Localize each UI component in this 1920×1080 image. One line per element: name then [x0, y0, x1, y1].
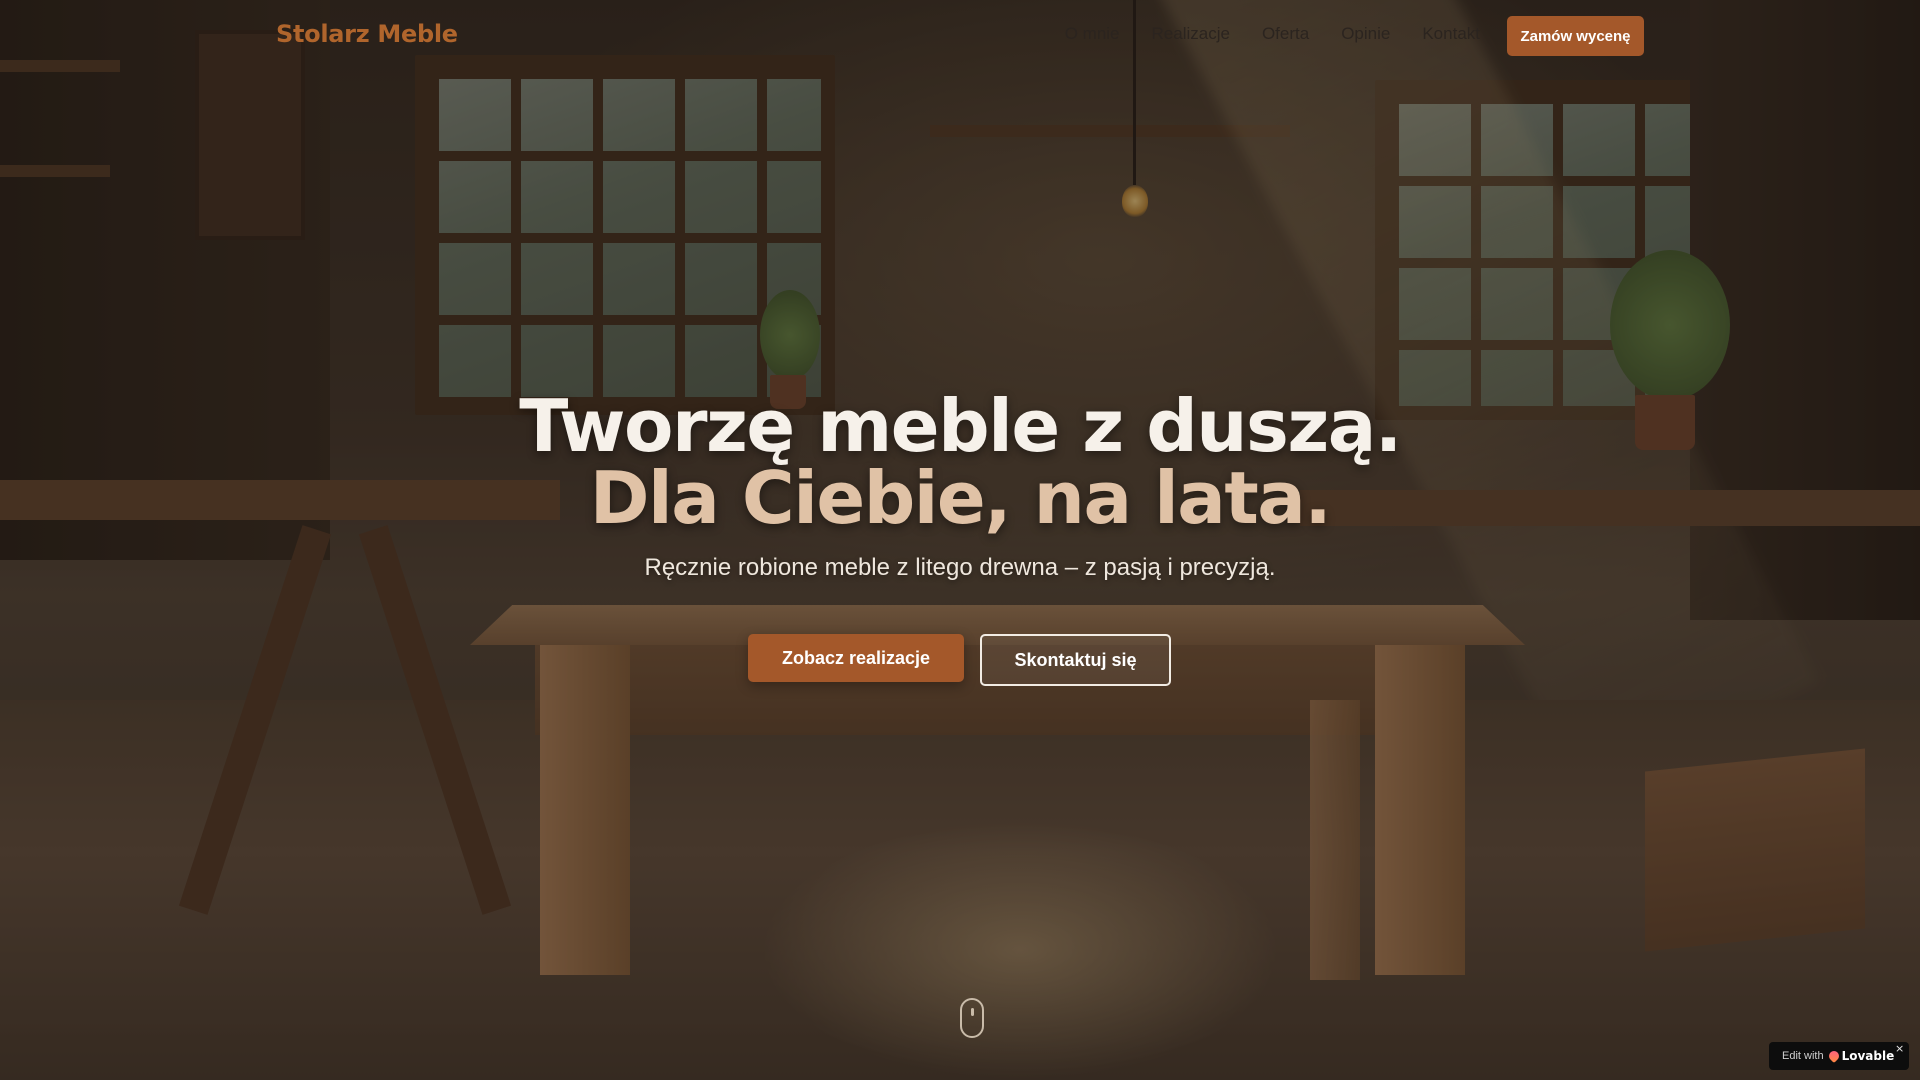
- site-header: Stolarz Meble O mnie Realizacje Oferta O…: [0, 0, 1920, 72]
- badge-brand: Lovable: [1841, 1049, 1895, 1063]
- contact-button[interactable]: Skontaktuj się: [980, 634, 1171, 686]
- hero-buttons: Zobacz realizacje Skontaktuj się: [748, 634, 1171, 686]
- hero-title-line2: Dla Ciebie, na lata.: [589, 456, 1332, 540]
- nav-link-o-mnie[interactable]: O mnie: [1065, 24, 1120, 44]
- edit-with-lovable-badge[interactable]: Edit with Lovable: [1769, 1042, 1909, 1070]
- close-icon[interactable]: ×: [1895, 1043, 1904, 1054]
- see-projects-button[interactable]: Zobacz realizacje: [748, 634, 964, 682]
- main-nav: O mnie Realizacje Oferta Opinie Kontakt: [1065, 24, 1480, 44]
- hero-section: Tworzę meble z duszą. Dla Ciebie, na lat…: [0, 390, 1920, 582]
- scroll-wheel-dot: [971, 1008, 974, 1016]
- hero-subtitle: Ręcznie robione meble z litego drewna – …: [644, 554, 1276, 581]
- mouse-scroll-icon[interactable]: [960, 998, 984, 1038]
- nav-link-opinie[interactable]: Opinie: [1341, 24, 1390, 44]
- site-logo[interactable]: Stolarz Meble: [276, 20, 458, 48]
- hero-title-line1: Tworzę meble z duszą.: [519, 384, 1402, 468]
- hero-title: Tworzę meble z duszą. Dla Ciebie, na lat…: [0, 390, 1920, 534]
- nav-link-oferta[interactable]: Oferta: [1262, 24, 1309, 44]
- badge-edit-text: Edit with: [1782, 1050, 1824, 1062]
- lovable-heart-icon: [1826, 1048, 1841, 1064]
- nav-link-realizacje[interactable]: Realizacje: [1152, 24, 1230, 44]
- order-quote-button[interactable]: Zamów wycenę: [1507, 16, 1644, 56]
- nav-link-kontakt[interactable]: Kontakt: [1422, 24, 1480, 44]
